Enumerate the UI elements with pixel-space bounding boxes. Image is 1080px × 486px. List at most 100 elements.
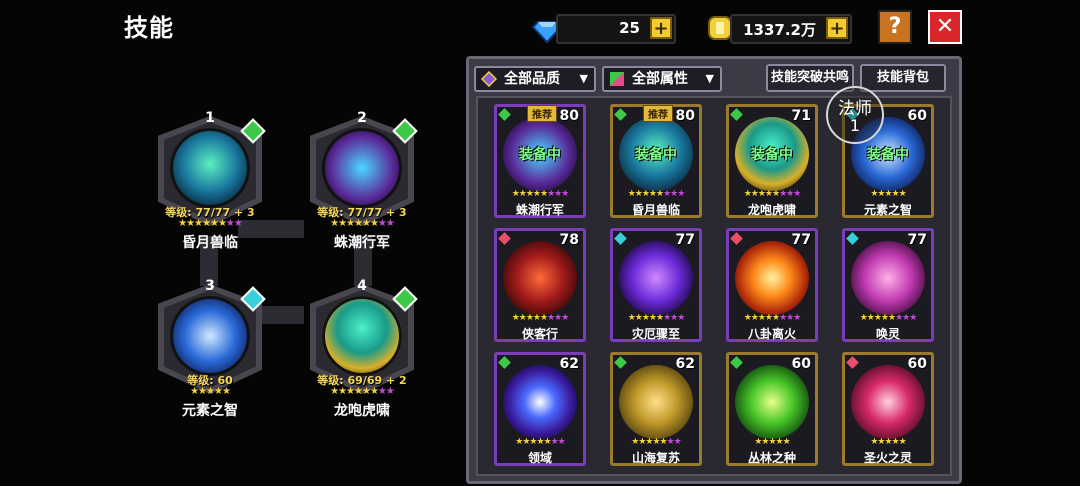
chevron-down-icon: ▼	[705, 72, 714, 85]
quality-gem-icon	[498, 356, 511, 369]
diamond-counter: 25 +	[556, 14, 676, 44]
skill-level: 60	[907, 108, 927, 124]
quality-filter-label: 全部品质	[504, 71, 560, 87]
slot-stars: ★★★★★★★★	[330, 218, 395, 229]
skill-card[interactable]: 71 装备中 ★★★★★★★★ 龙咆虎啸	[726, 104, 818, 218]
skill-stars: ★★★★★★★★	[627, 313, 686, 323]
add-gold-button[interactable]: +	[826, 17, 848, 39]
chevron-down-icon: ▼	[579, 72, 588, 85]
skill-card[interactable]: 77 ★★★★★★★★ 灾厄骤至	[610, 228, 702, 342]
domain-icon	[503, 365, 577, 439]
skill-level: 62	[675, 356, 695, 372]
attribute-icon	[610, 72, 624, 86]
skill-name: 山海复苏	[631, 451, 680, 465]
equipped-slot-3[interactable]: 3 等级: 60 ★★★★★ 元素之智	[146, 270, 274, 419]
quality-gem-icon	[614, 232, 627, 245]
recommended-badge: 推荐	[527, 105, 557, 122]
skill-level: 60	[907, 356, 927, 372]
quality-filter-dropdown[interactable]: 全部品质 ▼	[474, 66, 596, 92]
skill-card[interactable]: 77 ★★★★★★★★ 八卦离火	[726, 228, 818, 342]
equipped-label: 装备中	[519, 147, 561, 163]
equipped-slot-2[interactable]: 2 等级: 77/77 + 3 ★★★★★★★★ 蛛潮行军	[298, 102, 426, 251]
skill-stars: ★★★★★★★★	[743, 313, 802, 323]
mountain-sea-icon	[619, 365, 693, 439]
quality-gem-icon	[730, 108, 743, 121]
skill-bag-button[interactable]: 技能背包	[860, 64, 946, 92]
close-button[interactable]: ✕	[928, 10, 962, 44]
attribute-filter-dropdown[interactable]: 全部属性 ▼	[602, 66, 722, 92]
gold-value: 1337.2万	[743, 21, 816, 39]
skill-level: 77	[791, 232, 811, 248]
skill-stars: ★★★★★	[754, 437, 790, 447]
quality-gem-icon	[846, 232, 859, 245]
skill-level: 62	[559, 356, 579, 372]
element-wisdom-icon	[170, 296, 250, 376]
equipped-label: 装备中	[635, 147, 677, 163]
skill-card[interactable]: 60 ★★★★★ 圣火之灵	[842, 352, 934, 466]
skill-resonance-button[interactable]: 技能突破共鸣	[766, 64, 854, 92]
skill-stars: ★★★★★	[870, 437, 906, 447]
skill-card[interactable]: 62 ★★★★★★★ 山海复苏	[610, 352, 702, 466]
slot-skill-name: 昏月兽临	[182, 235, 238, 251]
spider-tide-icon	[322, 128, 402, 208]
diamond-value: 25	[619, 19, 640, 37]
quality-gem-icon	[730, 356, 743, 369]
calamity-icon	[619, 241, 693, 315]
quality-gem-icon	[614, 108, 627, 121]
class-tooltip: 法师 1	[826, 86, 884, 144]
skill-card[interactable]: 62 ★★★★★★★ 领域	[494, 352, 586, 466]
skill-card[interactable]: 80 推荐 装备中 ★★★★★★★★ 蛛潮行军	[494, 104, 586, 218]
jungle-seed-icon	[735, 365, 809, 439]
add-diamond-button[interactable]: +	[650, 17, 672, 39]
skill-name: 唤灵	[875, 327, 900, 341]
quality-gem-icon	[498, 108, 511, 121]
bagua-fire-icon	[735, 241, 809, 315]
tooltip-count: 1	[849, 116, 861, 135]
skill-card[interactable]: 80 推荐 装备中 ★★★★★★★★ 昏月兽临	[610, 104, 702, 218]
recommended-badge: 推荐	[643, 105, 673, 122]
skill-name: 灾厄骤至	[631, 327, 680, 341]
skill-card[interactable]: 77 ★★★★★★★★ 唤灵	[842, 228, 934, 342]
skill-stars: ★★★★★★★★	[511, 313, 570, 323]
skill-card[interactable]: 60 ★★★★★ 丛林之种	[726, 352, 818, 466]
slot-stars: ★★★★★	[190, 386, 231, 397]
skill-level: 80	[675, 108, 695, 124]
dragon-tiger-icon	[322, 296, 402, 376]
skill-name: 昏月兽临	[631, 203, 680, 217]
skill-level: 60	[791, 356, 811, 372]
skill-stars: ★★★★★★★★	[859, 313, 918, 323]
slot-stars: ★★★★★★★★	[330, 386, 395, 397]
skill-name: 圣火之灵	[863, 451, 912, 465]
skill-name: 侠客行	[521, 327, 558, 341]
attribute-filter-label: 全部属性	[632, 71, 688, 87]
equipped-slot-1[interactable]: 1 等级: 77/77 + 3 ★★★★★★★★ 昏月兽临	[146, 102, 274, 251]
quality-gem-icon	[730, 232, 743, 245]
skill-name: 元素之智	[863, 203, 912, 217]
gold-counter: 1337.2万 +	[730, 14, 852, 44]
skill-name: 龙咆虎啸	[747, 203, 796, 217]
help-button[interactable]: ?	[878, 10, 912, 44]
beast-moon-icon	[170, 128, 250, 208]
holy-fire-icon	[851, 365, 925, 439]
skill-level: 77	[675, 232, 695, 248]
skill-stars: ★★★★★★★★	[511, 189, 570, 199]
slot-stars: ★★★★★★★★	[178, 218, 243, 229]
summon-spirit-icon	[851, 241, 925, 315]
page-title: 技能	[124, 14, 174, 42]
skill-stars: ★★★★★	[870, 189, 906, 199]
skill-name: 领域	[527, 451, 552, 465]
quality-gem-icon	[614, 356, 627, 369]
quality-icon	[481, 71, 497, 87]
skill-level: 78	[559, 232, 579, 248]
slot-skill-name: 元素之智	[182, 403, 238, 419]
quality-gem-icon	[846, 356, 859, 369]
skill-name: 八卦离火	[747, 327, 796, 341]
skill-stars: ★★★★★★★	[631, 437, 681, 447]
skill-name: 蛛潮行军	[515, 203, 564, 217]
equipped-slot-4[interactable]: 4 等级: 69/69 + 2 ★★★★★★★★ 龙咆虎啸	[298, 270, 426, 419]
slot-skill-name: 蛛潮行军	[334, 235, 390, 251]
skill-stars: ★★★★★★★★	[743, 189, 802, 199]
skill-level: 77	[907, 232, 927, 248]
skill-level: 71	[791, 108, 811, 124]
skill-card[interactable]: 78 ★★★★★★★★ 侠客行	[494, 228, 586, 342]
